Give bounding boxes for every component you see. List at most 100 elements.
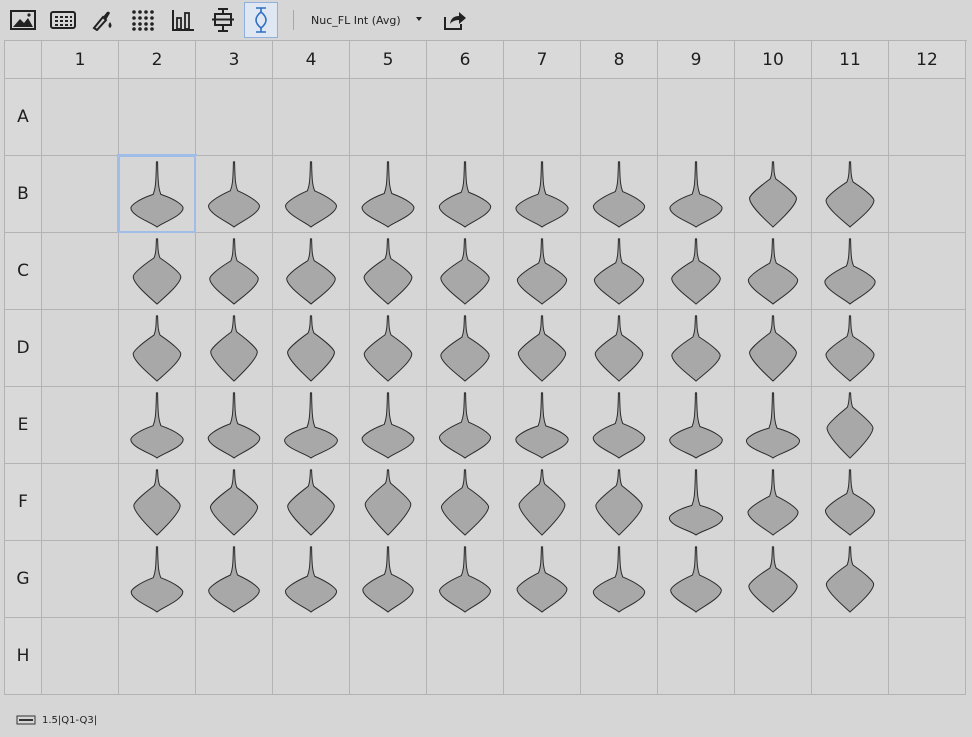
well-G5[interactable]: [350, 541, 427, 618]
well-C10[interactable]: [735, 233, 812, 310]
well-A12[interactable]: [889, 79, 966, 156]
well-F3[interactable]: [196, 464, 273, 541]
well-B2[interactable]: [117, 154, 197, 234]
well-C11[interactable]: [812, 233, 889, 310]
well-B10[interactable]: [735, 156, 812, 233]
well-F5[interactable]: [350, 464, 427, 541]
well-G3[interactable]: [196, 541, 273, 618]
well-B8[interactable]: [581, 156, 658, 233]
bar-chart-button[interactable]: [166, 2, 200, 38]
measurement-dropdown[interactable]: Nuc_FL Int (Avg): [303, 8, 431, 32]
well-E2[interactable]: [119, 387, 196, 464]
well-A6[interactable]: [427, 79, 504, 156]
column-header-5[interactable]: 5: [350, 41, 427, 79]
well-G8[interactable]: [581, 541, 658, 618]
well-G1[interactable]: [42, 541, 119, 618]
well-C5[interactable]: [350, 233, 427, 310]
column-header-4[interactable]: 4: [273, 41, 350, 79]
well-B12[interactable]: [889, 156, 966, 233]
column-header-2[interactable]: 2: [119, 41, 196, 79]
well-C9[interactable]: [658, 233, 735, 310]
well-D2[interactable]: [119, 310, 196, 387]
well-E12[interactable]: [889, 387, 966, 464]
well-H12[interactable]: [889, 618, 966, 695]
well-A2[interactable]: [119, 79, 196, 156]
row-header-C[interactable]: C: [5, 233, 42, 310]
well-B3[interactable]: [196, 156, 273, 233]
well-D6[interactable]: [427, 310, 504, 387]
color-dropper-button[interactable]: [86, 2, 120, 38]
well-F1[interactable]: [42, 464, 119, 541]
well-D11[interactable]: [812, 310, 889, 387]
well-E10[interactable]: [735, 387, 812, 464]
well-E7[interactable]: [504, 387, 581, 464]
column-header-10[interactable]: 10: [735, 41, 812, 79]
well-E1[interactable]: [42, 387, 119, 464]
well-G4[interactable]: [273, 541, 350, 618]
well-H7[interactable]: [504, 618, 581, 695]
well-H9[interactable]: [658, 618, 735, 695]
well-F10[interactable]: [735, 464, 812, 541]
well-D8[interactable]: [581, 310, 658, 387]
well-E5[interactable]: [350, 387, 427, 464]
column-header-9[interactable]: 9: [658, 41, 735, 79]
column-header-1[interactable]: 1: [42, 41, 119, 79]
column-header-3[interactable]: 3: [196, 41, 273, 79]
well-A3[interactable]: [196, 79, 273, 156]
well-D1[interactable]: [42, 310, 119, 387]
well-H11[interactable]: [812, 618, 889, 695]
well-G10[interactable]: [735, 541, 812, 618]
well-H3[interactable]: [196, 618, 273, 695]
well-D3[interactable]: [196, 310, 273, 387]
row-header-B[interactable]: B: [5, 156, 42, 233]
well-H2[interactable]: [119, 618, 196, 695]
well-C8[interactable]: [581, 233, 658, 310]
well-F7[interactable]: [504, 464, 581, 541]
well-D12[interactable]: [889, 310, 966, 387]
plate-view-button[interactable]: [46, 2, 80, 38]
well-H6[interactable]: [427, 618, 504, 695]
row-header-H[interactable]: H: [5, 618, 42, 695]
export-button[interactable]: [438, 2, 472, 38]
well-C12[interactable]: [889, 233, 966, 310]
row-header-E[interactable]: E: [5, 387, 42, 464]
well-E8[interactable]: [581, 387, 658, 464]
well-F9[interactable]: [658, 464, 735, 541]
well-F2[interactable]: [119, 464, 196, 541]
box-plot-button[interactable]: [206, 2, 240, 38]
well-G11[interactable]: [812, 541, 889, 618]
well-F11[interactable]: [812, 464, 889, 541]
well-D7[interactable]: [504, 310, 581, 387]
well-G2[interactable]: [119, 541, 196, 618]
well-D10[interactable]: [735, 310, 812, 387]
well-G9[interactable]: [658, 541, 735, 618]
well-G12[interactable]: [889, 541, 966, 618]
well-B11[interactable]: [812, 156, 889, 233]
well-D5[interactable]: [350, 310, 427, 387]
column-header-11[interactable]: 11: [812, 41, 889, 79]
image-view-button[interactable]: [6, 2, 40, 38]
well-B6[interactable]: [427, 156, 504, 233]
row-header-A[interactable]: A: [5, 79, 42, 156]
well-B4[interactable]: [273, 156, 350, 233]
column-header-12[interactable]: 12: [889, 41, 966, 79]
well-A4[interactable]: [273, 79, 350, 156]
well-F4[interactable]: [273, 464, 350, 541]
row-header-F[interactable]: F: [5, 464, 42, 541]
well-H5[interactable]: [350, 618, 427, 695]
well-A9[interactable]: [658, 79, 735, 156]
well-F12[interactable]: [889, 464, 966, 541]
well-B7[interactable]: [504, 156, 581, 233]
well-B9[interactable]: [658, 156, 735, 233]
well-C6[interactable]: [427, 233, 504, 310]
well-E3[interactable]: [196, 387, 273, 464]
well-E11[interactable]: [812, 387, 889, 464]
well-H8[interactable]: [581, 618, 658, 695]
dot-grid-button[interactable]: [126, 2, 160, 38]
row-header-G[interactable]: G: [5, 541, 42, 618]
well-H1[interactable]: [42, 618, 119, 695]
well-C3[interactable]: [196, 233, 273, 310]
well-E9[interactable]: [658, 387, 735, 464]
well-B1[interactable]: [42, 156, 119, 233]
well-E6[interactable]: [427, 387, 504, 464]
